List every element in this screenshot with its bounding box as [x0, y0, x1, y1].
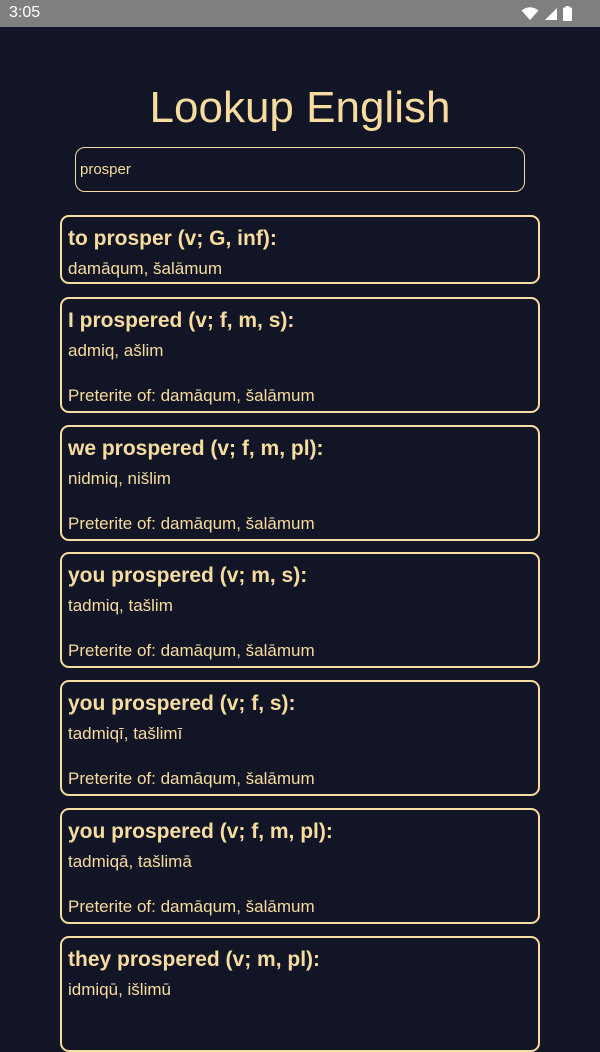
result-forms: tadmiqī, tašlimī: [68, 724, 183, 743]
result-forms: admiq, ašlim: [68, 341, 164, 360]
result-title: we prospered (v; f, m, pl):: [68, 437, 324, 460]
result-title: I prospered (v; f, m, s):: [68, 309, 295, 332]
result-note: Preterite of: damāqum, šalāmum: [68, 769, 315, 788]
signal-icon: [544, 7, 558, 21]
result-card[interactable]: we prospered (v; f, m, pl): nidmiq, nišli…: [60, 425, 540, 541]
result-card[interactable]: you prospered (v; f, m, pl): tadmiqā, taš…: [60, 808, 540, 924]
result-card[interactable]: I prospered (v; f, m, s): admiq, ašlim Pre…: [60, 297, 540, 413]
result-card[interactable]: you prospered (v; m, s): tadmiq, tašlim Pr…: [60, 552, 540, 668]
result-note: Preterite of: damāqum, šalāmum: [68, 897, 315, 916]
status-bar: 3:05: [0, 0, 600, 27]
result-note: Preterite of: damāqum, šalāmum: [68, 386, 315, 405]
result-card[interactable]: you prospered (v; f, s): tadmiqī, tašlimī…: [60, 680, 540, 796]
wifi-icon: [521, 6, 539, 21]
result-card[interactable]: they prospered (v; m, pl): idmiqū, išlimū: [60, 936, 540, 1052]
result-title: you prospered (v; f, s):: [68, 692, 296, 715]
result-title: to prosper (v; G, inf):: [68, 227, 277, 250]
result-forms: idmiqū, išlimū: [68, 980, 171, 999]
result-note: Preterite of: damāqum, šalāmum: [68, 514, 315, 533]
result-forms: nidmiq, nišlim: [68, 469, 171, 488]
result-card[interactable]: to prosper (v; G, inf): damāqum, šalāmum: [60, 215, 540, 284]
result-forms: tadmiq, tašlim: [68, 596, 173, 615]
status-time: 3:05: [9, 4, 41, 21]
result-title: you prospered (v; f, m, pl):: [68, 820, 333, 843]
page-title: Lookup English: [149, 83, 451, 132]
search-input[interactable]: [75, 147, 525, 192]
result-forms: tadmiqā, tašlimā: [68, 852, 192, 871]
result-title: you prospered (v; m, s):: [68, 564, 308, 587]
battery-icon: [563, 6, 572, 21]
result-title: they prospered (v; m, pl):: [68, 948, 321, 971]
result-forms: damāqum, šalāmum: [68, 259, 223, 278]
status-icons: [521, 6, 572, 21]
result-note: Preterite of: damāqum, šalāmum: [68, 641, 315, 660]
